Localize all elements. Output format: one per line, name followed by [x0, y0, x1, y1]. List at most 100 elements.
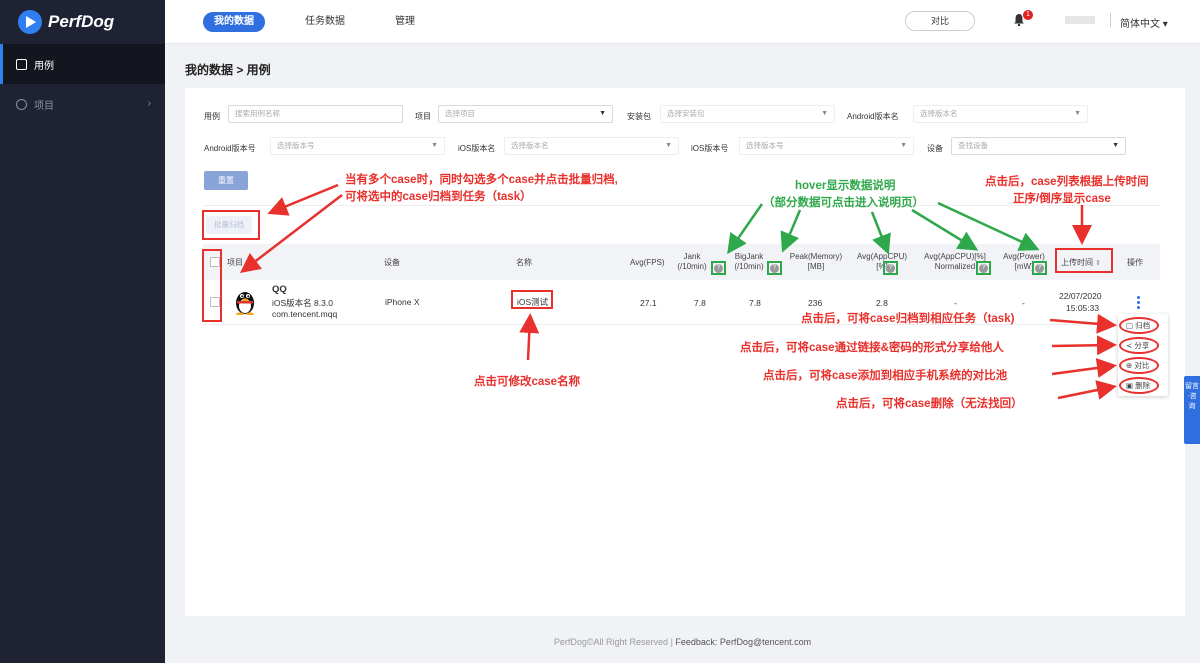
memory-value: 236 — [808, 298, 823, 308]
placeholder: 选择安装包 — [667, 109, 705, 118]
appcpu-normalized-value: - — [954, 298, 957, 308]
bigjank-value: 7.8 — [749, 298, 761, 308]
notification-badge: 1 — [1023, 10, 1033, 20]
layers-icon — [16, 98, 27, 110]
annotation-hover: hover显示数据说明 — [795, 180, 896, 192]
tab-manage[interactable]: 管理 — [395, 12, 415, 32]
project-select[interactable]: 选择项目 ▼ — [438, 105, 613, 123]
highlight-box — [883, 261, 898, 275]
device-name: iPhone X — [385, 297, 420, 307]
annotation-sort: 点击后，case列表根据上传时间 — [985, 176, 1149, 188]
placeholder: 选择版本号 — [746, 141, 784, 150]
column-header-actions: 操作 — [1127, 258, 1143, 267]
app-name: QQ — [272, 284, 287, 295]
chevron-right-icon: › — [147, 98, 151, 109]
highlight-box — [202, 210, 260, 240]
app-logo[interactable]: PerfDog — [18, 10, 114, 34]
column-header-device: 设备 — [384, 258, 400, 267]
highlight-box — [1032, 261, 1047, 275]
more-actions-icon[interactable] — [1137, 296, 1140, 311]
annotation-archive: 点击后，可将case归档到相应任务（task) — [801, 313, 1015, 325]
device-search-select[interactable]: 查找设备 ▼ — [951, 137, 1126, 155]
header-line: Jank — [683, 252, 701, 261]
caret-down-icon: ▼ — [1074, 110, 1081, 117]
fps-value: 27.1 — [640, 298, 657, 308]
header-line: (/10min) — [677, 262, 707, 271]
compare-button[interactable]: 对比 — [905, 11, 975, 31]
annotation-batch-archive: 当有多个case时，同时勾选多个case并点击批量归档, — [345, 174, 618, 186]
ios-version-name-label: iOS版本名 — [458, 144, 496, 153]
jank-value: 7.8 — [694, 298, 706, 308]
divider — [1110, 13, 1111, 27]
highlight-oval — [1119, 317, 1159, 334]
header-line: BigJank — [734, 252, 764, 261]
placeholder: 选择版本名 — [920, 109, 958, 118]
footer: PerfDog©All Right Reserved | Feedback: P… — [553, 637, 812, 647]
column-header-memory: Peak(Memory) [MB] — [785, 252, 847, 272]
footer-copyright: PerfDog©All Right Reserved — [553, 637, 669, 647]
sidebar: PerfDog 用例 项目 › — [0, 0, 165, 663]
android-version-name-select[interactable]: 选择版本名 ▼ — [913, 105, 1088, 123]
device-filter-label: 设备 — [927, 144, 943, 153]
annotation-delete: 点击后，可将case删除（无法找回） — [836, 398, 1023, 410]
placeholder: 选择版本名 — [511, 141, 549, 150]
ios-version-name-select[interactable]: 选择版本名 ▼ — [504, 137, 679, 155]
ios-version-num-select[interactable]: 选择版本号 ▼ — [739, 137, 914, 155]
tab-task-data[interactable]: 任务数据 — [305, 12, 345, 32]
placeholder: 查找设备 — [958, 141, 988, 150]
app-name: PerfDog — [48, 12, 115, 31]
highlight-box — [711, 261, 726, 275]
feedback-tab[interactable]: 留言·咨询 — [1184, 376, 1200, 444]
placeholder: 选择项目 — [445, 109, 475, 118]
case-search-input[interactable]: 搜索用例名称 — [228, 105, 403, 123]
highlight-box — [767, 261, 782, 275]
language-select[interactable]: 简体中文 ▾ — [1120, 15, 1168, 30]
content-card — [185, 88, 1185, 616]
package-filter-label: 安装包 — [627, 112, 651, 121]
annotation-share: 点击后，可将case通过链接&密码的形式分享给他人 — [740, 342, 1004, 354]
caret-down-icon: ▼ — [821, 110, 828, 117]
header-line: (/10min) — [734, 262, 764, 271]
appcpu-value: 2.8 — [876, 298, 888, 308]
breadcrumb: 我的数据 > 用例 — [185, 63, 271, 77]
caret-down-icon: ▼ — [665, 142, 672, 149]
upload-time: 15:05:33 — [1066, 303, 1100, 313]
upload-date: 22/07/2020 — [1059, 291, 1102, 301]
reset-button[interactable]: 重置 — [204, 171, 248, 190]
power-value: - — [1022, 298, 1025, 308]
highlight-oval — [1119, 357, 1159, 374]
annotation-batch-archive: 可将选中的case归档到任务（task） — [345, 191, 532, 203]
qq-app-icon — [236, 292, 254, 315]
placeholder: 选择版本号 — [277, 141, 315, 150]
header-line: Avg(AppCPU) — [856, 252, 908, 261]
android-version-name-label: Android版本名 — [847, 112, 899, 121]
highlight-box — [1055, 248, 1113, 273]
highlight-box — [976, 261, 991, 275]
package-select[interactable]: 选择安装包 ▼ — [660, 105, 835, 123]
annotation-sort: 正序/倒序显示case — [1013, 193, 1111, 205]
highlight-box — [202, 249, 222, 322]
sidebar-item-projects[interactable]: 项目 › — [0, 84, 165, 124]
highlight-box — [511, 290, 553, 309]
header-line: [MB] — [807, 262, 825, 271]
column-header-appcpu: Avg(AppCPU) [%] — [851, 252, 913, 272]
column-header-jank: Jank (/10min) — [672, 252, 712, 272]
top-nav: 我的数据 任务数据 管理 对比 1 简体中文 ▾ — [165, 0, 1200, 44]
tab-my-data[interactable]: 我的数据 — [203, 12, 265, 32]
placeholder: 搜索用例名称 — [235, 109, 280, 118]
footer-feedback[interactable]: Feedback: PerfDog@tencent.com — [675, 637, 811, 647]
ios-version-num-label: iOS版本号 — [691, 144, 729, 153]
caret-down-icon: ▼ — [431, 142, 438, 149]
column-header-bigjank: BigJank (/10min) — [728, 252, 770, 272]
column-header-project: 项目 — [227, 258, 243, 267]
annotation-rename: 点击可修改case名称 — [474, 376, 581, 388]
sidebar-item-cases[interactable]: 用例 — [0, 44, 165, 84]
perfdog-logo-icon — [18, 10, 42, 34]
avatar[interactable] — [1065, 16, 1095, 24]
android-version-num-select[interactable]: 选择版本号 ▼ — [270, 137, 445, 155]
annotation-compare: 点击后，可将case添加到相应手机系统的对比池 — [763, 370, 1008, 382]
column-header-name: 名称 — [516, 258, 532, 267]
column-header-fps: Avg(FPS) — [630, 258, 665, 267]
case-list-icon — [16, 58, 27, 70]
project-filter-label: 项目 — [415, 112, 431, 121]
